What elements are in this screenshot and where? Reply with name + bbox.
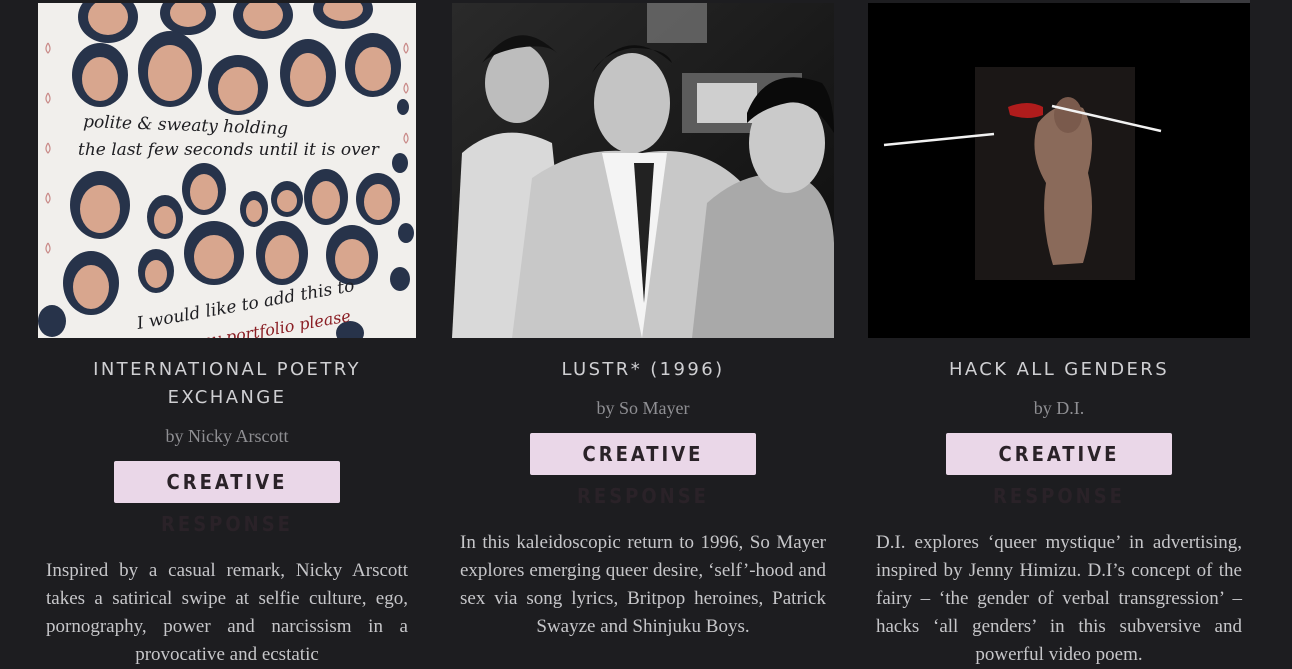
card-image-collage[interactable]: polite & sweaty holding the last few sec… — [38, 3, 416, 338]
card-lustr-1996: LUSTR* (1996) by So Mayer CREATIVE RESPO… — [452, 0, 834, 641]
card-author: by Nicky Arscott — [165, 426, 289, 446]
collage-text-line2: the last few seconds until it is over — [78, 140, 380, 160]
collage-image: polite & sweaty holding the last few sec… — [38, 3, 416, 338]
card-author: by D.I. — [1033, 398, 1085, 418]
card-image-video-still[interactable] — [868, 3, 1250, 338]
card-title[interactable]: LUSTR* (1996) — [452, 356, 834, 384]
card-description: Inspired by a casual remark, Nicky Arsco… — [46, 560, 408, 665]
card-image-photo-bw[interactable] — [452, 3, 834, 338]
card-title[interactable]: INTERNATIONAL POETRY EXCHANGE — [38, 356, 416, 412]
bw-group-photo — [452, 3, 834, 338]
video-still-image — [868, 3, 1250, 338]
card-international-poetry-exchange: polite & sweaty holding the last few sec… — [38, 0, 416, 669]
creative-response-button[interactable]: CREATIVE RESPONSE — [114, 461, 340, 536]
card-description: In this kaleidoscopic return to 1996, So… — [460, 532, 826, 637]
card-description: D.I. explores ‘queer mystique’ in advert… — [876, 532, 1242, 665]
creative-response-button[interactable]: CREATIVE RESPONSE — [946, 433, 1172, 508]
card-author: by So Mayer — [596, 398, 690, 418]
card-hack-all-genders: HACK ALL GENDERS by D.I. CREATIVE RESPON… — [868, 0, 1250, 669]
card-title[interactable]: HACK ALL GENDERS — [868, 356, 1250, 384]
creative-response-button[interactable]: CREATIVE RESPONSE — [530, 433, 756, 508]
